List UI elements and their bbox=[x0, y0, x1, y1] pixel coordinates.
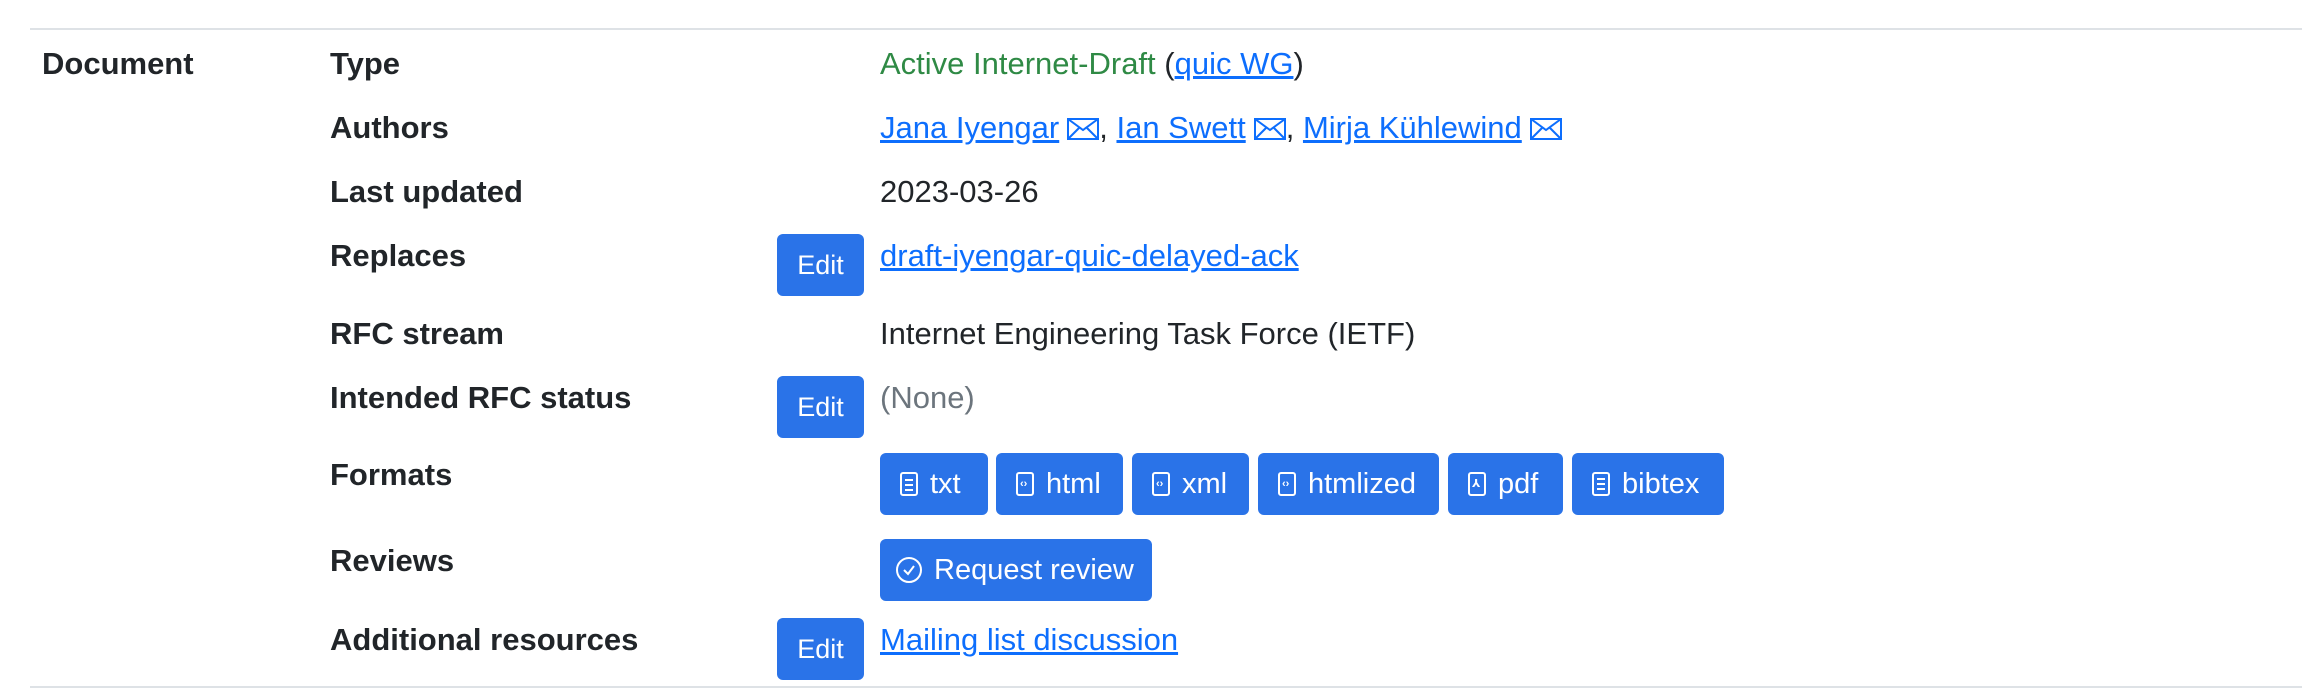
format-button-htmlized[interactable]: ‹› htmlized bbox=[1258, 453, 1439, 515]
row-additional-resources: Additional resources Edit Mailing list d… bbox=[0, 618, 2302, 680]
row-formats: Formats txt ‹› html ‹› xml ‹› htmlized ⅄ pdf… bbox=[0, 453, 2302, 515]
type-close-paren: ) bbox=[1293, 46, 1304, 81]
type-value: Active Internet-Draft (quic WG) bbox=[880, 42, 1304, 86]
format-button-pdf[interactable]: ⅄ pdf bbox=[1448, 453, 1563, 515]
reviews-label: Reviews bbox=[330, 543, 455, 578]
format-button-bibtex[interactable]: bibtex bbox=[1572, 453, 1724, 515]
request-review-label: Request review bbox=[934, 554, 1134, 586]
row-rfc-stream: RFC stream Internet Engineering Task For… bbox=[0, 312, 2302, 372]
replaces-draft-link[interactable]: draft-iyengar-quic-delayed-ack bbox=[880, 238, 1299, 273]
group-link[interactable]: quic WG bbox=[1175, 46, 1294, 81]
replaces-edit-button[interactable]: Edit bbox=[777, 234, 864, 296]
additional-resources-label: Additional resources bbox=[330, 622, 639, 657]
intended-status-edit-button[interactable]: Edit bbox=[777, 376, 864, 438]
last-updated-label: Last updated bbox=[330, 174, 523, 209]
file-code-icon: ‹› bbox=[1152, 472, 1170, 496]
row-reviews: Reviews Request review bbox=[0, 539, 2302, 601]
type-open-paren: ( bbox=[1155, 46, 1175, 81]
rfc-stream-value: Internet Engineering Task Force (IETF) bbox=[880, 316, 1416, 351]
file-pdf-icon: ⅄ bbox=[1468, 472, 1486, 496]
authors-label: Authors bbox=[330, 110, 449, 145]
envelope-icon[interactable] bbox=[1253, 118, 1286, 140]
format-label: pdf bbox=[1498, 468, 1539, 500]
replaces-value: draft-iyengar-quic-delayed-ack bbox=[880, 234, 1299, 278]
row-authors: Authors Jana Iyengar, Ian Swett, Mirja K… bbox=[0, 106, 2302, 166]
rfc-stream-label: RFC stream bbox=[330, 316, 504, 351]
author-link[interactable]: Ian Swett bbox=[1116, 110, 1245, 145]
format-button-xml[interactable]: ‹› xml bbox=[1132, 453, 1249, 515]
format-label: bibtex bbox=[1622, 468, 1700, 500]
file-code-icon: ‹› bbox=[1278, 472, 1296, 496]
envelope-icon[interactable] bbox=[1067, 118, 1100, 140]
formats-label: Formats bbox=[330, 457, 453, 492]
row-intended-status: Intended RFC status Edit (None) bbox=[0, 376, 2302, 438]
check-circle-icon bbox=[896, 557, 922, 583]
file-code-icon: ‹› bbox=[1016, 472, 1034, 496]
file-spreadsheet-icon bbox=[1592, 472, 1610, 496]
authors-value: Jana Iyengar, Ian Swett, Mirja Kühlewind bbox=[880, 106, 1562, 150]
author-separator: , bbox=[1285, 110, 1303, 145]
format-label: xml bbox=[1182, 468, 1228, 500]
format-label: txt bbox=[930, 468, 961, 500]
file-text-icon bbox=[900, 472, 918, 496]
bottom-divider bbox=[30, 686, 2302, 688]
additional-resources-edit-button[interactable]: Edit bbox=[777, 618, 864, 680]
mailing-list-link[interactable]: Mailing list discussion bbox=[880, 622, 1178, 657]
format-button-html[interactable]: ‹› html bbox=[996, 453, 1123, 515]
last-updated-value: 2023-03-26 bbox=[880, 174, 1039, 209]
author-link[interactable]: Mirja Kühlewind bbox=[1303, 110, 1522, 145]
envelope-icon[interactable] bbox=[1529, 118, 1562, 140]
format-label: html bbox=[1046, 468, 1101, 500]
format-label: htmlized bbox=[1308, 468, 1416, 500]
row-type: Type Active Internet-Draft (quic WG) bbox=[0, 42, 2302, 102]
row-last-updated: Last updated 2023-03-26 bbox=[0, 170, 2302, 230]
type-label: Type bbox=[330, 46, 401, 81]
intended-status-value: (None) bbox=[880, 380, 975, 415]
author-link[interactable]: Jana Iyengar bbox=[880, 110, 1059, 145]
author-separator: , bbox=[1099, 110, 1117, 145]
type-status: Active Internet-Draft bbox=[880, 46, 1156, 81]
format-button-txt[interactable]: txt bbox=[880, 453, 988, 515]
additional-resources-value: Mailing list discussion bbox=[880, 618, 1178, 662]
request-review-button[interactable]: Request review bbox=[880, 539, 1152, 601]
intended-status-label: Intended RFC status bbox=[330, 380, 632, 415]
row-replaces: Replaces Edit draft-iyengar-quic-delayed… bbox=[0, 234, 2302, 296]
top-divider bbox=[30, 28, 2302, 30]
replaces-label: Replaces bbox=[330, 238, 467, 273]
